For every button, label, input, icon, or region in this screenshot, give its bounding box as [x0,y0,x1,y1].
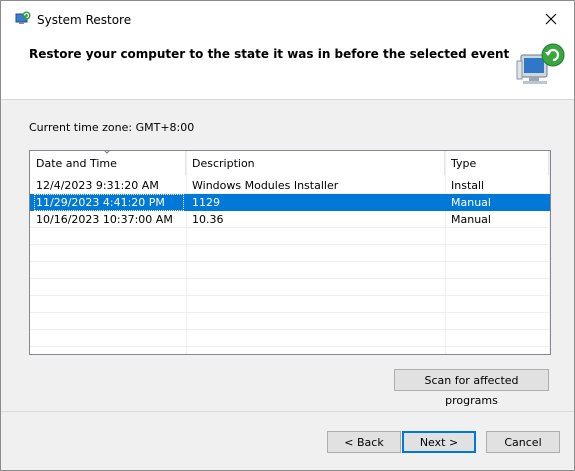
empty-row [30,279,550,296]
row-date: 11/29/2023 4:41:20 PM [36,196,165,209]
row-description: 10.36 [192,213,224,226]
row-description: 1129 [192,196,220,209]
empty-row [30,313,550,330]
system-restore-window: System Restore Restore your computer to … [0,0,575,471]
empty-row [30,296,550,313]
title-bar: System Restore [1,1,574,37]
column-header-type[interactable]: Type [445,151,549,175]
wizard-header: Restore your computer to the state it wa… [1,37,574,100]
empty-row [30,228,550,245]
row-date: 10/16/2023 10:37:00 AM [36,213,173,226]
table-row-selected[interactable]: 11/29/2023 4:41:20 PM 1129 Manual [30,194,550,211]
empty-row [30,330,550,347]
column-header-description[interactable]: Description [186,151,445,175]
sort-indicator-icon [104,151,110,154]
column-header-date[interactable]: Date and Time [30,151,186,175]
timezone-label: Current time zone: GMT+8:00 [29,121,195,134]
row-date: 12/4/2023 9:31:20 AM [36,179,159,192]
close-icon [545,13,557,25]
back-button[interactable]: < Back [327,431,401,453]
close-button[interactable] [528,1,574,37]
row-type: Manual [451,213,491,226]
window-title: System Restore [37,13,132,27]
table-row[interactable]: 10/16/2023 10:37:00 AM 10.36 Manual [30,211,550,228]
empty-row [30,262,550,279]
row-description: Windows Modules Installer [192,179,339,192]
row-type: Manual [451,196,491,209]
cancel-button[interactable]: Cancel [486,431,560,453]
row-type: Install [451,179,485,192]
restore-points-list[interactable]: Date and Time Description Type 12/4/2023… [29,150,551,355]
footer-divider [1,411,574,412]
next-button[interactable]: Next > [402,431,476,453]
table-row[interactable]: 12/4/2023 9:31:20 AM Windows Modules Ins… [30,177,550,194]
page-title: Restore your computer to the state it wa… [29,47,510,61]
empty-row [30,245,550,262]
restore-computer-icon [516,43,565,84]
scan-affected-programs-button[interactable]: Scan for affected programs [394,369,549,407]
system-restore-icon [15,11,31,24]
